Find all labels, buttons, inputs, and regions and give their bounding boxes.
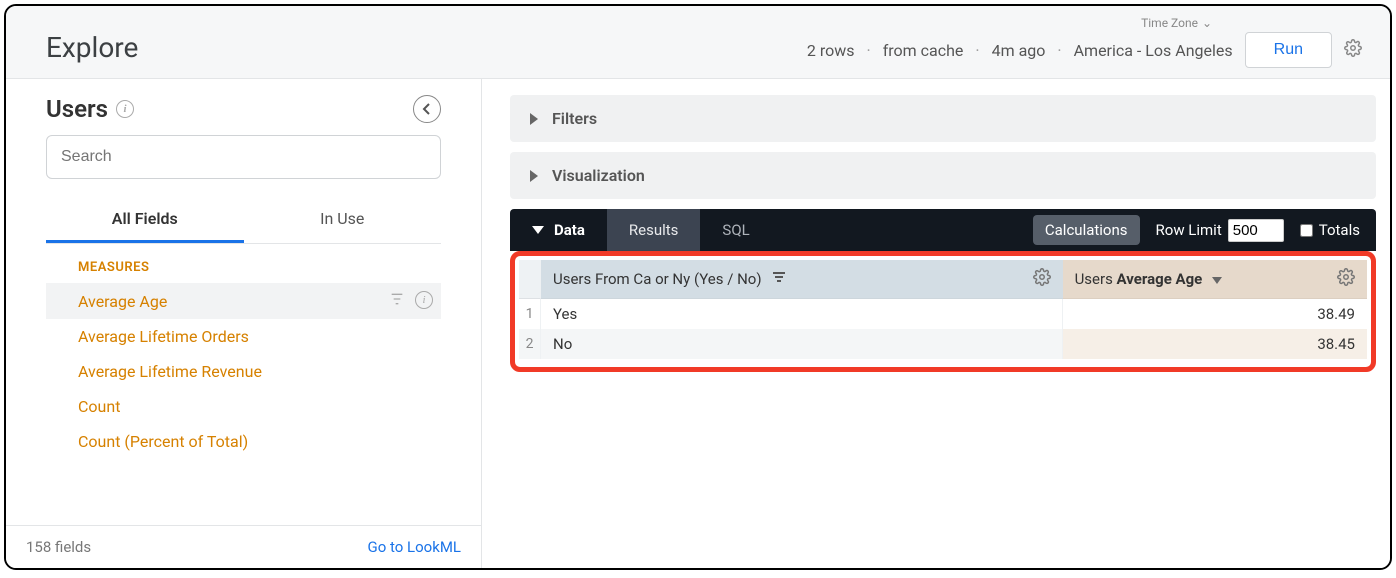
info-icon[interactable]: i bbox=[415, 291, 433, 309]
table-header-row: Users From Ca or Ny (Yes / No) Users Ave… bbox=[519, 260, 1367, 299]
filters-panel[interactable]: Filters bbox=[510, 95, 1376, 142]
tab-all-fields[interactable]: All Fields bbox=[46, 197, 244, 243]
row-limit-label: Row Limit bbox=[1156, 221, 1222, 239]
results-table-highlight: Users From Ca or Ny (Yes / No) Users Ave… bbox=[510, 251, 1376, 372]
page-title: Explore bbox=[46, 31, 138, 68]
view-name: Users bbox=[46, 95, 108, 123]
sort-desc-icon bbox=[1212, 277, 1222, 284]
sql-tab[interactable]: SQL bbox=[700, 209, 771, 251]
row-number: 2 bbox=[519, 329, 541, 359]
pivot-icon[interactable] bbox=[772, 270, 786, 288]
data-tab[interactable]: Data bbox=[510, 209, 607, 251]
measure-average-lifetime-orders[interactable]: Average Lifetime Orders bbox=[46, 319, 441, 354]
dimension-header[interactable]: Users From Ca or Ny (Yes / No) bbox=[541, 260, 1063, 299]
visualization-panel[interactable]: Visualization bbox=[510, 152, 1376, 199]
timezone-selector[interactable]: Time Zone ⌄ bbox=[1141, 16, 1362, 30]
table-row: 1 Yes 38.49 bbox=[519, 299, 1367, 329]
measure-average-lifetime-revenue[interactable]: Average Lifetime Revenue bbox=[46, 354, 441, 389]
caret-right-icon bbox=[530, 170, 538, 182]
tab-in-use[interactable]: In Use bbox=[244, 197, 442, 243]
measures-section-label: MEASURES bbox=[46, 244, 441, 283]
fields-count: 158 fields bbox=[26, 538, 91, 556]
calculations-button[interactable]: Calculations bbox=[1033, 215, 1140, 245]
run-button[interactable]: Run bbox=[1245, 32, 1332, 68]
status-rows: 2 rows bbox=[807, 41, 855, 60]
info-icon[interactable]: i bbox=[116, 100, 134, 118]
measure-cell[interactable]: 38.49 bbox=[1063, 299, 1367, 329]
field-picker: Users i All Fields In Use MEASURES Avera… bbox=[6, 79, 482, 568]
search-input[interactable] bbox=[46, 135, 441, 179]
filter-icon[interactable] bbox=[389, 291, 405, 311]
header: Explore Time Zone ⌄ 2 rows · from cache … bbox=[6, 6, 1390, 79]
row-number-header bbox=[519, 260, 541, 299]
dimension-cell[interactable]: Yes bbox=[541, 299, 1063, 329]
status-cache: from cache bbox=[883, 41, 964, 60]
status-age: 4m ago bbox=[992, 41, 1046, 60]
row-limit-input[interactable] bbox=[1228, 219, 1284, 242]
status-tz: America - Los Angeles bbox=[1074, 41, 1233, 60]
caret-right-icon bbox=[530, 113, 538, 125]
results-tab[interactable]: Results bbox=[607, 209, 701, 251]
table-row: 2 No 38.45 bbox=[519, 329, 1367, 359]
row-number: 1 bbox=[519, 299, 541, 329]
data-bar: Data Results SQL Calculations Row Limit … bbox=[510, 209, 1376, 251]
totals-toggle[interactable]: Totals bbox=[1300, 221, 1360, 239]
measure-count[interactable]: Count bbox=[46, 389, 441, 424]
main-content: Filters Visualization Data Results SQL C… bbox=[482, 79, 1390, 568]
gear-icon[interactable] bbox=[1344, 39, 1362, 61]
dimension-cell[interactable]: No bbox=[541, 329, 1063, 359]
measure-header[interactable]: Users Average Age bbox=[1063, 260, 1367, 299]
gear-icon[interactable] bbox=[1033, 268, 1051, 290]
timezone-label: Time Zone bbox=[1141, 16, 1198, 30]
caret-down-icon bbox=[532, 226, 544, 234]
measure-cell[interactable]: 38.45 bbox=[1063, 329, 1367, 359]
measure-average-age[interactable]: Average Age i bbox=[46, 283, 441, 319]
go-to-lookml-link[interactable]: Go to LookML bbox=[368, 538, 462, 556]
measure-count-percent-total[interactable]: Count (Percent of Total) bbox=[46, 424, 441, 459]
totals-checkbox[interactable] bbox=[1300, 224, 1313, 237]
chevron-down-icon: ⌄ bbox=[1202, 16, 1212, 30]
gear-icon[interactable] bbox=[1337, 268, 1355, 290]
collapse-sidebar-button[interactable] bbox=[413, 95, 441, 123]
